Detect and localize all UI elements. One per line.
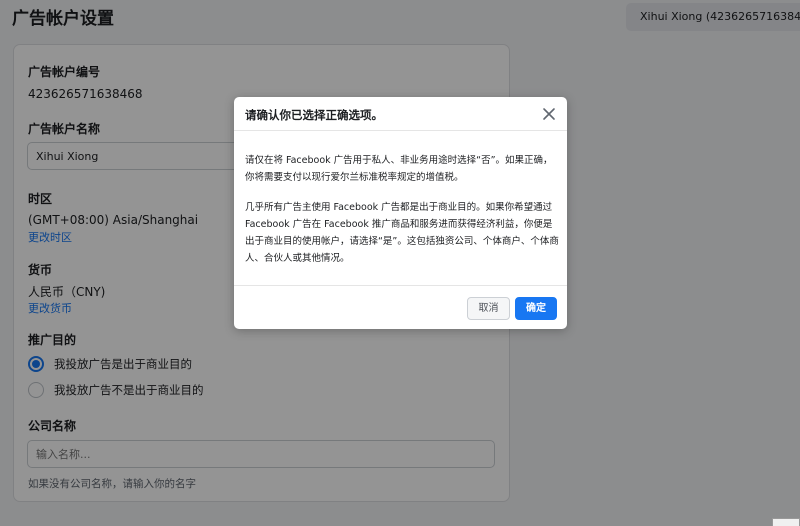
close-icon[interactable] bbox=[540, 105, 558, 123]
confirm-dialog: 请确认你已选择正确选项。 请仅在将 Facebook 广告用于私人、非业务用途时… bbox=[234, 97, 567, 329]
dialog-header-divider bbox=[234, 130, 567, 131]
corner-tab bbox=[772, 518, 800, 526]
dialog-footer-divider bbox=[234, 285, 567, 286]
cancel-button[interactable]: 取消 bbox=[467, 297, 510, 320]
dialog-title: 请确认你已选择正确选项。 bbox=[245, 108, 383, 122]
dialog-paragraph-2: 几乎所有广告主使用 Facebook 广告都是出于商业目的。如果你希望通过 Fa… bbox=[245, 202, 559, 264]
dialog-paragraph-1: 请仅在将 Facebook 广告用于私人、非业务用途时选择“否”。如果正确，你将… bbox=[245, 155, 553, 183]
confirm-button[interactable]: 确定 bbox=[515, 297, 557, 320]
